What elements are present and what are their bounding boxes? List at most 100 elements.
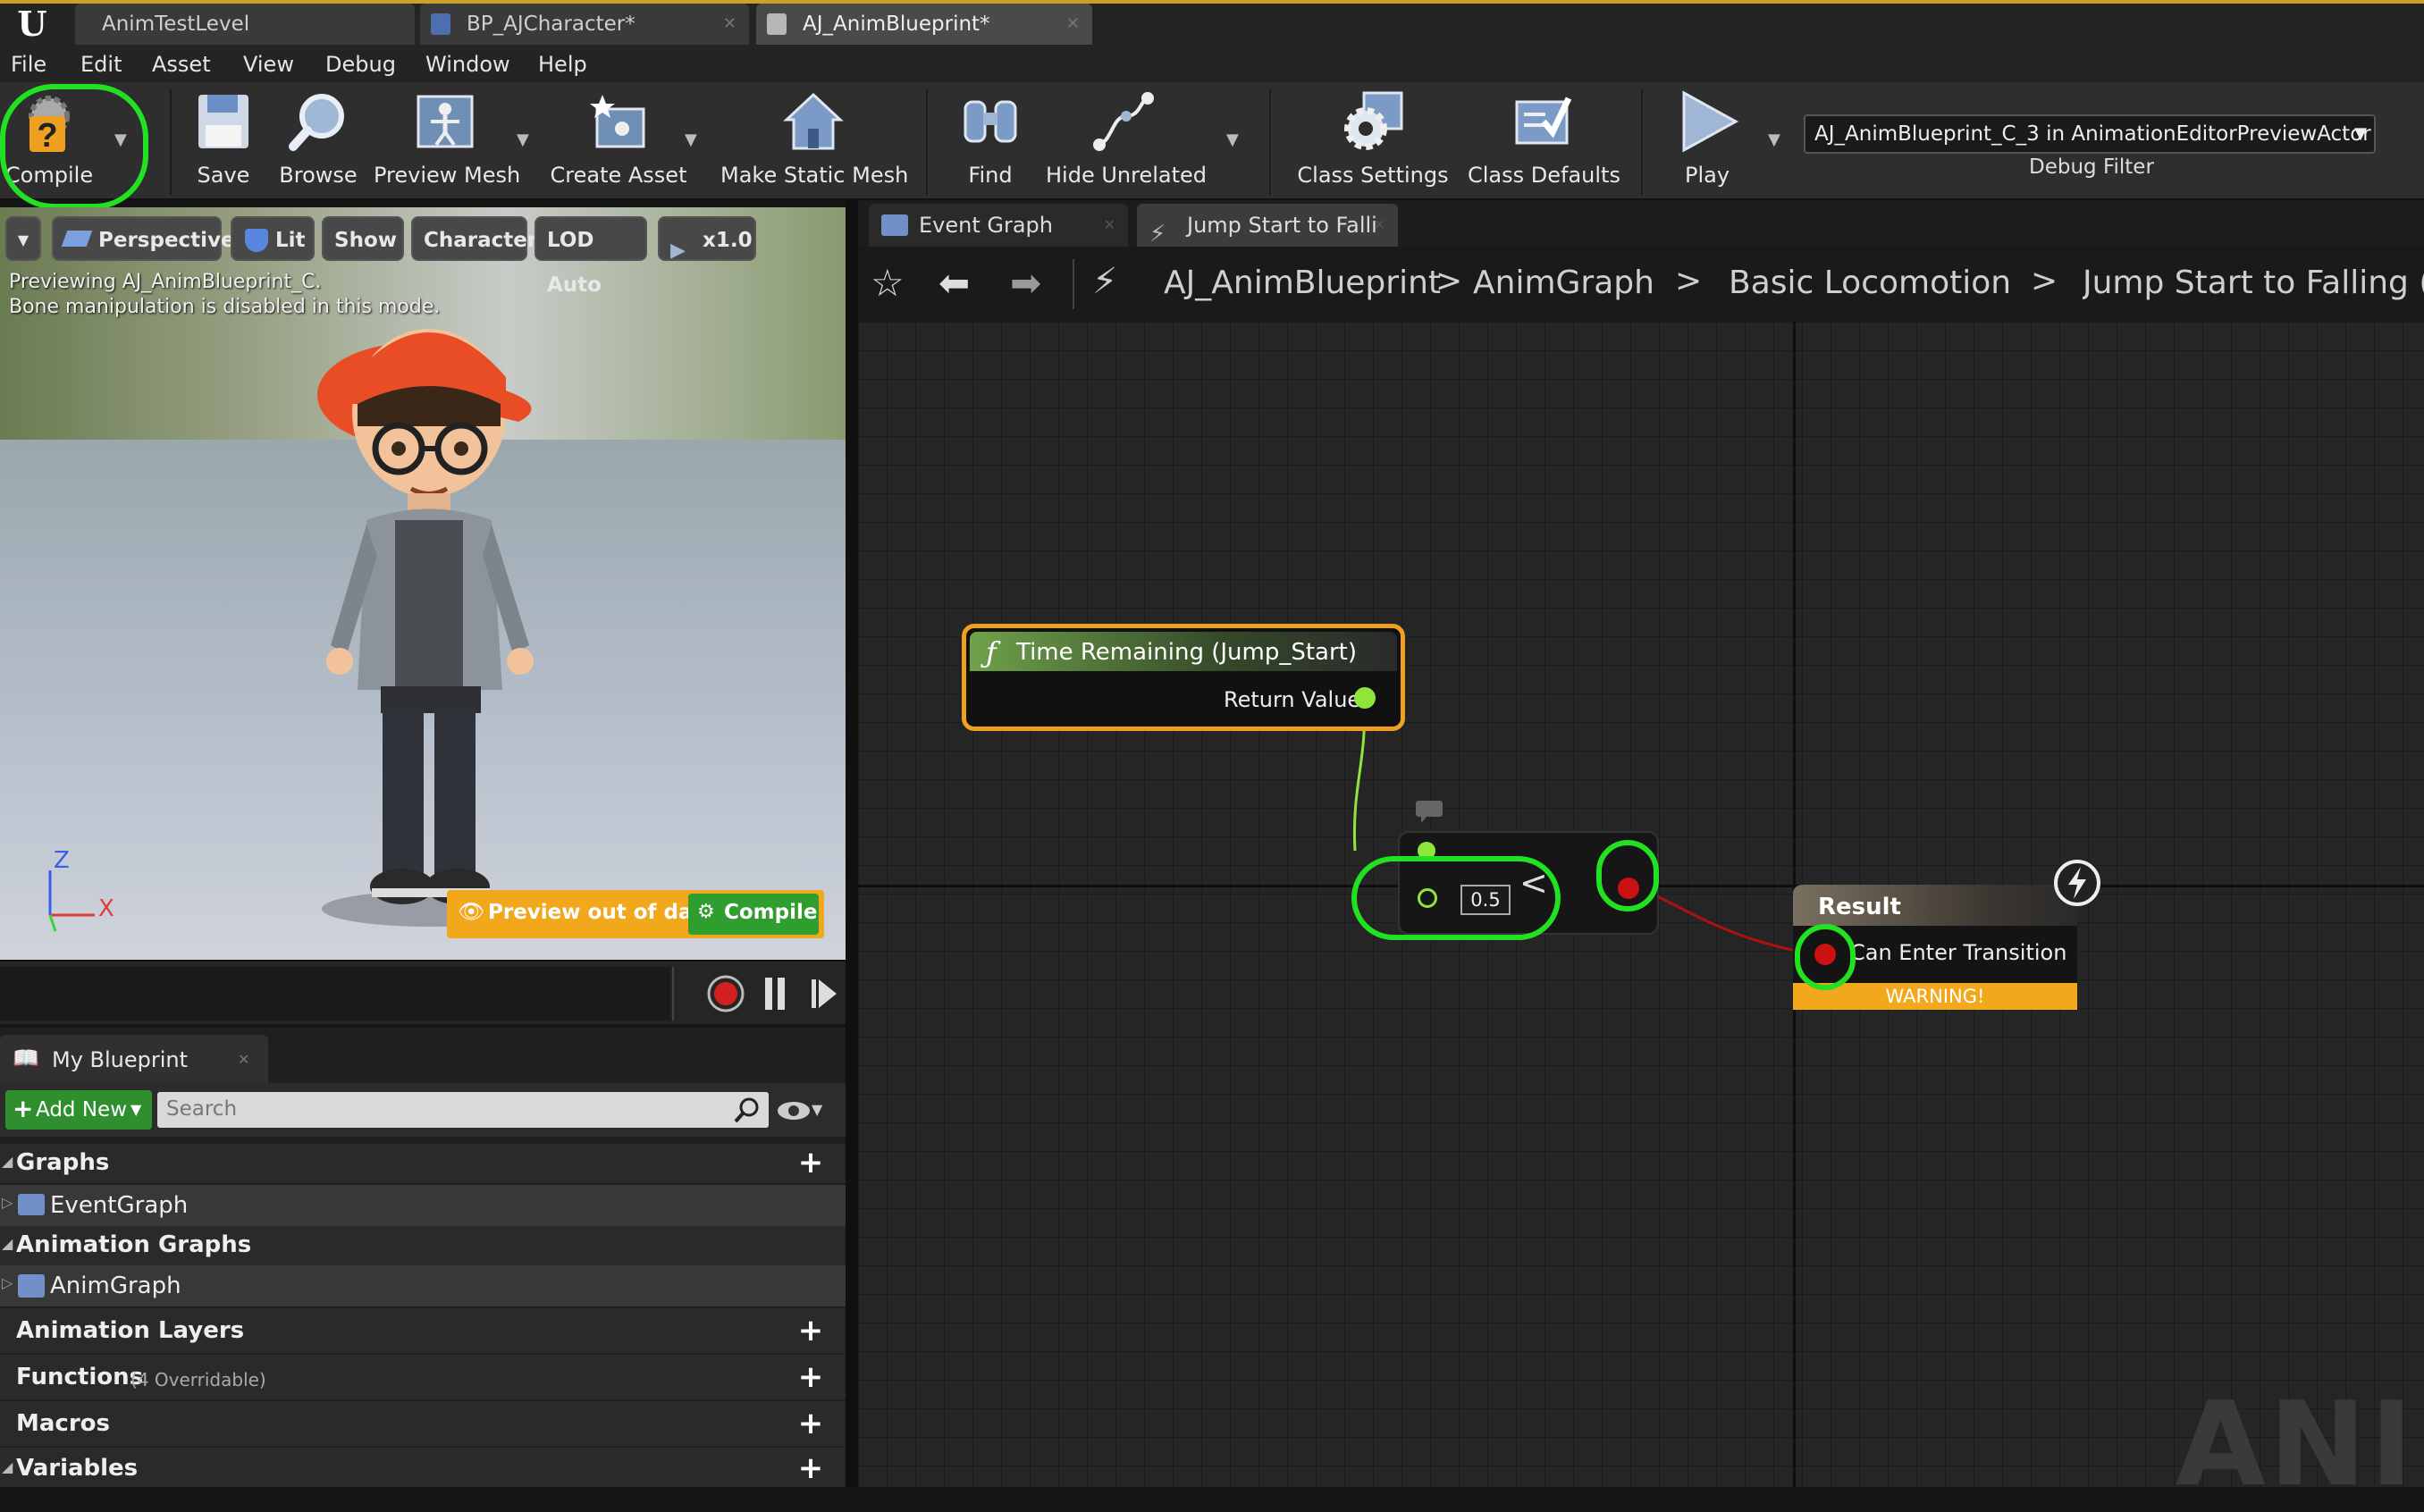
add-function-plus-icon[interactable]: + <box>795 1362 826 1392</box>
playback-speed-label: x1.0 <box>703 229 753 252</box>
breadcrumb-animgraph[interactable]: AnimGraph <box>1473 265 1654 301</box>
chevron-down-icon[interactable]: ▼ <box>1768 130 1780 149</box>
my-blueprint-tab[interactable]: 📖 My Blueprint ✕ <box>0 1035 268 1083</box>
gear-icon <box>1341 89 1405 154</box>
panel-splitter[interactable] <box>846 200 858 1487</box>
debug-object-dropdown[interactable]: AJ_AnimBlueprint_C_3 in AnimationEditorP… <box>1804 114 2376 154</box>
character-button[interactable]: Character <box>411 216 537 261</box>
class-defaults-button[interactable]: Class Defaults <box>1468 86 1620 197</box>
back-arrow-icon[interactable]: ⬅ <box>938 261 970 305</box>
tree-item-eventgraph[interactable]: ▷ EventGraph <box>0 1185 846 1226</box>
favorite-star-icon[interactable]: ☆ <box>871 261 905 305</box>
add-macro-plus-icon[interactable]: + <box>795 1408 826 1439</box>
step-forward-icon[interactable] <box>810 976 838 1012</box>
create-asset-button[interactable]: Create Asset <box>549 86 688 197</box>
create-asset-label: Create Asset <box>550 163 687 188</box>
chevron-down-icon[interactable]: ▼ <box>1226 130 1239 149</box>
find-button[interactable]: Find <box>949 86 1031 197</box>
functions-overridable-count: (4 Overridable) <box>130 1369 266 1390</box>
menu-window[interactable]: Window <box>425 46 510 82</box>
menu-help[interactable]: Help <box>538 46 587 82</box>
close-icon[interactable]: ✕ <box>238 1051 249 1068</box>
breadcrumb-current-wrapper: Jump Start to Falling (r <box>2083 265 2424 309</box>
close-icon[interactable]: ✕ <box>1066 4 1080 45</box>
close-icon[interactable]: ✕ <box>1374 204 1385 247</box>
return-value-label: Return Value <box>1224 687 1361 712</box>
comment-bubble-icon[interactable] <box>1414 799 1444 824</box>
debug-object-value: AJ_AnimBlueprint_C_3 in AnimationEditorP… <box>1814 122 2371 146</box>
section-macros[interactable]: Macros + <box>0 1401 846 1446</box>
tab-bp-ajcharacter[interactable]: BP_AJCharacter* ✕ <box>420 4 749 45</box>
add-new-button[interactable]: + Add New ▼ <box>5 1090 152 1130</box>
forward-arrow-icon[interactable]: ➡ <box>1010 261 1041 305</box>
breadcrumb-jump-start-to-falling[interactable]: Jump Start to Falling (r <box>2083 265 2424 301</box>
lod-button[interactable]: LOD Auto <box>534 216 647 297</box>
section-graphs[interactable]: ◢ Graphs + <box>0 1144 846 1183</box>
make-static-mesh-label: Make Static Mesh <box>720 163 909 188</box>
blueprint-search-input[interactable]: Search <box>157 1092 769 1128</box>
toolbar-separator <box>1641 89 1643 195</box>
add-layer-plus-icon[interactable]: + <box>795 1315 826 1346</box>
close-icon[interactable]: ✕ <box>1104 204 1115 247</box>
add-graph-plus-icon[interactable]: + <box>795 1147 826 1178</box>
result-node-title: Result <box>1818 894 1901 920</box>
section-functions[interactable]: Functions (4 Overridable) + <box>0 1355 846 1399</box>
add-variable-plus-icon[interactable]: + <box>795 1453 826 1483</box>
character-preview <box>317 329 536 927</box>
timeline-scrubber[interactable] <box>0 967 670 1021</box>
preview-mesh-button[interactable]: Preview Mesh <box>374 86 520 197</box>
make-static-mesh-button[interactable]: Make Static Mesh <box>720 86 909 197</box>
debug-filter-label: Debug Filter <box>2029 155 2154 179</box>
my-blueprint-panel: 📖 My Blueprint ✕ + Add New ▼ Search ▼ ◢ … <box>0 1028 846 1487</box>
menu-debug[interactable]: Debug <box>325 46 396 82</box>
viewport-compile-button[interactable]: ⚙ Compile <box>688 894 819 935</box>
menu-file[interactable]: File <box>11 46 46 82</box>
close-icon[interactable]: ✕ <box>723 4 736 45</box>
visibility-eye-icon[interactable] <box>776 1097 812 1124</box>
event-graph-icon <box>881 214 908 236</box>
character-label: Character <box>424 229 538 252</box>
menu-edit[interactable]: Edit <box>80 46 122 82</box>
class-settings-button[interactable]: Class Settings <box>1296 86 1450 197</box>
lit-button[interactable]: Lit <box>231 216 315 261</box>
record-icon[interactable] <box>706 974 745 1013</box>
tab-jump-start-to-falling[interactable]: ⚡ Jump Start to Falli ✕ <box>1137 204 1398 248</box>
show-button[interactable]: Show <box>322 216 404 261</box>
transition-bolt-icon[interactable] <box>2052 858 2102 908</box>
search-placeholder: Search <box>166 1097 238 1121</box>
perspective-button[interactable]: Perspective <box>52 216 235 261</box>
viewport-options-dropdown[interactable]: ▼ <box>5 216 41 261</box>
time-remaining-node[interactable]: ƒ Time Remaining (Jump_Start) Return Val… <box>962 624 1405 731</box>
highlight-circle <box>1795 924 1856 990</box>
breadcrumb-aj-animblueprint[interactable]: AJ_AnimBlueprint <box>1164 265 1441 301</box>
save-button[interactable]: Save <box>182 86 265 197</box>
playback-speed-button[interactable]: ▶ x1.0 <box>658 216 756 262</box>
highlight-circle <box>0 84 148 209</box>
find-label: Find <box>968 163 1013 188</box>
chevron-down-icon[interactable]: ▼ <box>517 130 529 149</box>
section-animation-graphs[interactable]: ◢ Animation Graphs <box>0 1226 846 1265</box>
highlight-circle <box>1351 856 1561 940</box>
event-graph-icon <box>18 1194 45 1215</box>
section-variables[interactable]: ◢ Variables + <box>0 1448 846 1487</box>
tab-aj-animblueprint[interactable]: AJ_AnimBlueprint* ✕ <box>756 4 1092 45</box>
chevron-down-icon[interactable]: ▼ <box>812 1101 822 1118</box>
tab-anim-test-level[interactable]: AnimTestLevel <box>75 4 415 45</box>
menu-asset[interactable]: Asset <box>152 46 211 82</box>
axis-gizmo <box>48 870 95 932</box>
breadcrumb-basic-locomotion[interactable]: Basic Locomotion <box>1729 265 2011 301</box>
eventgraph-label: EventGraph <box>50 1192 189 1219</box>
tab-event-graph[interactable]: Event Graph ✕ <box>869 204 1128 247</box>
tree-item-animgraph[interactable]: ▷ AnimGraph <box>0 1265 846 1306</box>
section-animation-layers[interactable]: Animation Layers + <box>0 1308 846 1353</box>
section-variables-label: Variables <box>16 1455 139 1482</box>
play-button[interactable]: Play <box>1664 86 1750 197</box>
chevron-down-icon[interactable]: ▼ <box>685 130 697 149</box>
preview-viewport[interactable]: Z X 👁 Preview out of date ⚙ Compile <box>0 207 846 960</box>
breadcrumb-separator: > <box>1675 263 1703 299</box>
browse-button[interactable]: Browse <box>274 86 363 197</box>
pause-icon[interactable] <box>762 976 788 1012</box>
hide-unrelated-button[interactable]: Hide Unrelated <box>1046 86 1207 197</box>
return-value-pin[interactable] <box>1354 687 1376 709</box>
menu-view[interactable]: View <box>243 46 294 82</box>
